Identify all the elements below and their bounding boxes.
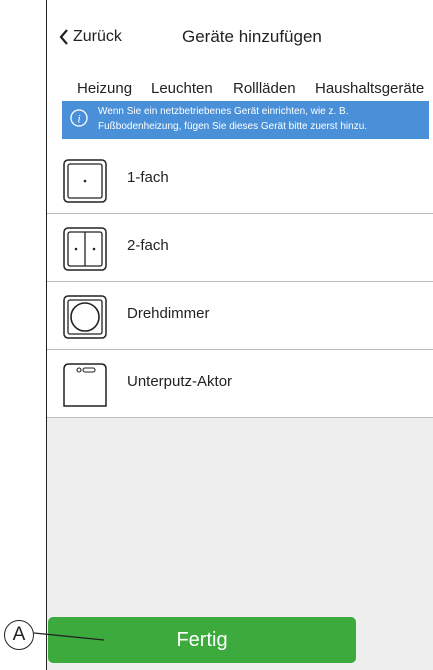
- flush-actuator-icon: [63, 363, 107, 407]
- device-label: Drehdimmer: [127, 305, 210, 322]
- rotary-dimmer-icon: [63, 295, 107, 339]
- list-item[interactable]: Drehdimmer: [47, 281, 433, 350]
- info-banner: i Wenn Sie ein netzbetriebenes Gerät ein…: [62, 101, 429, 139]
- callout-marker: A: [4, 620, 34, 650]
- list-item[interactable]: 1-fach: [47, 145, 433, 214]
- device-label: 1-fach: [127, 169, 169, 186]
- info-text-line1: Wenn Sie ein netzbetriebenes Gerät einri…: [98, 106, 349, 117]
- tab-heizung[interactable]: Heizung: [77, 80, 132, 97]
- device-label: 2-fach: [127, 237, 169, 254]
- done-button[interactable]: Fertig: [48, 617, 356, 663]
- info-text-line2: Fußbodenheizung, fügen Sie dieses Gerät …: [98, 121, 368, 132]
- device-label: Unterputz-Aktor: [127, 373, 233, 390]
- back-label: Zurück: [73, 28, 122, 45]
- list-item[interactable]: 2-fach: [47, 213, 433, 282]
- back-button[interactable]: Zurück: [59, 28, 122, 46]
- svg-text:i: i: [77, 112, 80, 126]
- info-icon: i: [70, 109, 88, 127]
- page-title: Geräte hinzufügen: [182, 27, 322, 46]
- single-switch-icon: [63, 159, 107, 203]
- double-switch-icon: [63, 227, 107, 271]
- tab-leuchten[interactable]: Leuchten: [151, 80, 213, 97]
- tab-haushaltsgeraete[interactable]: Haushaltsgeräte: [315, 80, 424, 97]
- chevron-left-icon: [59, 29, 68, 45]
- tab-rolllaeden[interactable]: Rollläden: [233, 80, 296, 97]
- app-screen: Zurück Geräte hinzufügen Heizung Leuchte…: [46, 0, 433, 670]
- list-item[interactable]: Unterputz-Aktor: [47, 349, 433, 418]
- header: Zurück Geräte hinzufügen: [47, 0, 433, 58]
